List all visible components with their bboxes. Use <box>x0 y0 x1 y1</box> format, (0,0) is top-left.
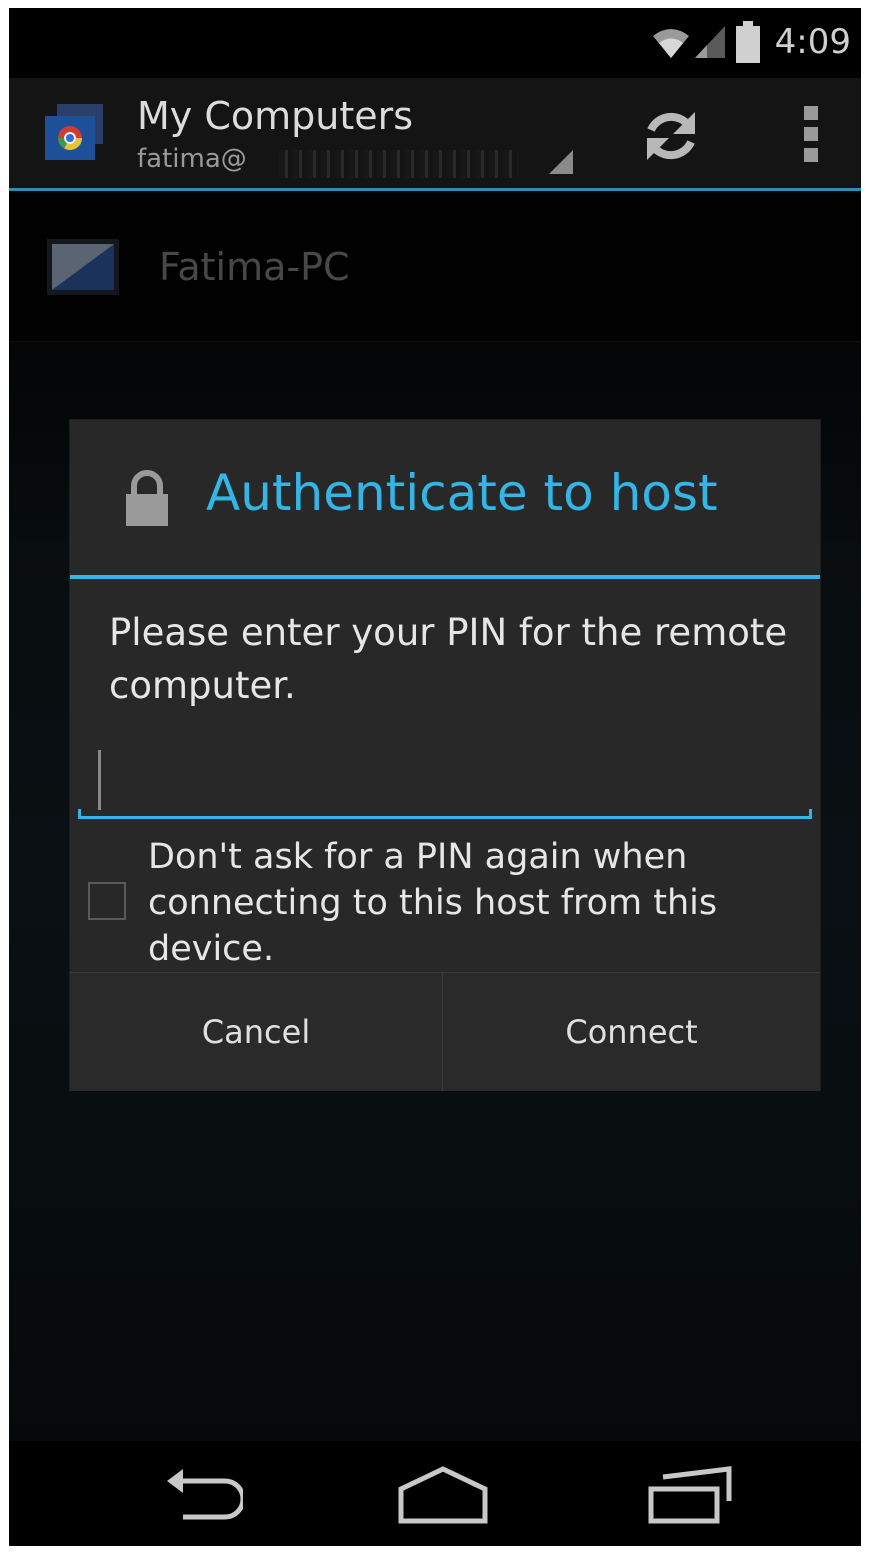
dialog-title: Authenticate to host <box>206 464 718 522</box>
status-bar: 4:09 <box>9 8 861 78</box>
authenticate-dialog: Authenticate to host Please enter your P… <box>70 420 820 1091</box>
connect-button[interactable]: Connect <box>443 973 820 1091</box>
back-icon[interactable] <box>159 1463 243 1527</box>
action-bar: My Computers fatima@ <box>9 78 861 188</box>
text-cursor <box>98 750 101 810</box>
redacted-email <box>279 150 519 178</box>
navigation-bar <box>9 1441 861 1546</box>
chrome-remote-desktop-icon[interactable] <box>43 102 105 164</box>
status-icons: 4:09 <box>651 18 851 66</box>
overflow-menu-icon[interactable] <box>801 106 821 166</box>
account-dropdown-icon[interactable] <box>549 150 573 174</box>
cancel-button[interactable]: Cancel <box>70 973 442 1091</box>
phone-screen: 4:09 My Computers fatima@ Fatima-PC Auth… <box>9 8 861 1546</box>
action-bar-title[interactable]: My Computers <box>137 94 413 138</box>
dialog-buttons: Cancel Connect <box>70 972 820 1091</box>
refresh-icon[interactable] <box>639 104 703 168</box>
dialog-header: Authenticate to host <box>70 420 820 575</box>
wifi-icon <box>652 29 689 58</box>
battery-icon <box>735 21 760 63</box>
dialog-message: Please enter your PIN for the remote com… <box>109 611 788 707</box>
pin-input[interactable] <box>78 738 812 818</box>
pin-input-underline <box>78 809 812 819</box>
recents-icon[interactable] <box>645 1463 737 1527</box>
account-name[interactable]: fatima@ <box>137 144 247 174</box>
signal-icon <box>694 26 725 58</box>
dialog-title-divider <box>70 575 820 579</box>
dont-ask-pin-label[interactable]: Don't ask for a PIN again when connectin… <box>148 834 788 972</box>
lock-icon <box>126 470 168 526</box>
status-time: 4:09 <box>774 22 851 62</box>
dont-ask-pin-checkbox[interactable] <box>88 882 126 920</box>
home-icon[interactable] <box>397 1463 489 1527</box>
